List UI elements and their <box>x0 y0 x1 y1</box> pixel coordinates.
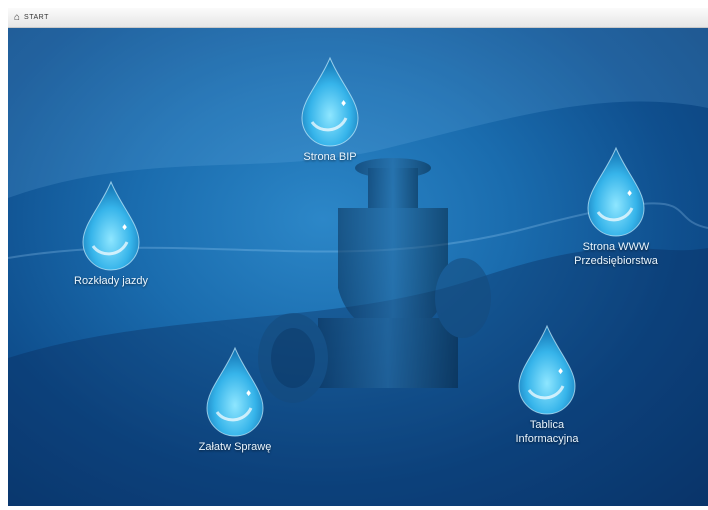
start-screen: ♦ Strona BIP ♦ Rozkłady jazdy ♦ Strona W… <box>8 28 708 506</box>
svg-text:♦: ♦ <box>121 223 128 232</box>
water-drop-icon: ♦ <box>206 346 264 437</box>
valve-illustration <box>258 158 491 403</box>
tile-tablica-informacyjna[interactable]: ♦ Tablica Informacyjna <box>492 324 602 446</box>
home-icon[interactable]: ⌂ <box>14 12 20 23</box>
water-drop-icon: ♦ <box>82 180 140 271</box>
svg-text:♦: ♦ <box>245 389 252 398</box>
water-drop-icon: ♦ <box>587 146 645 237</box>
tile-strona-www[interactable]: ♦ Strona WWW Przedsiębiorstwa <box>556 146 676 268</box>
title-bar: ⌂ START <box>8 8 708 28</box>
svg-text:♦: ♦ <box>557 367 564 376</box>
tile-label: Rozkłady jazdy <box>74 275 148 287</box>
tile-zalatw-sprawe[interactable]: ♦ Załatw Sprawę <box>180 346 290 454</box>
svg-text:♦: ♦ <box>626 189 633 198</box>
tile-label: Strona WWW Przedsiębiorstwa <box>574 241 658 267</box>
tile-label: Załatw Sprawę <box>198 441 272 453</box>
tile-label: Strona BIP <box>303 151 357 163</box>
svg-text:♦: ♦ <box>340 99 347 108</box>
tile-rozklady-jazdy[interactable]: ♦ Rozkłady jazdy <box>56 180 166 288</box>
window-title: START <box>24 14 49 21</box>
tile-strona-bip[interactable]: ♦ Strona BIP <box>294 56 366 164</box>
water-drop-icon: ♦ <box>518 324 576 415</box>
tile-label: Tablica Informacyjna <box>515 419 579 445</box>
water-drop-icon: ♦ <box>301 56 359 147</box>
